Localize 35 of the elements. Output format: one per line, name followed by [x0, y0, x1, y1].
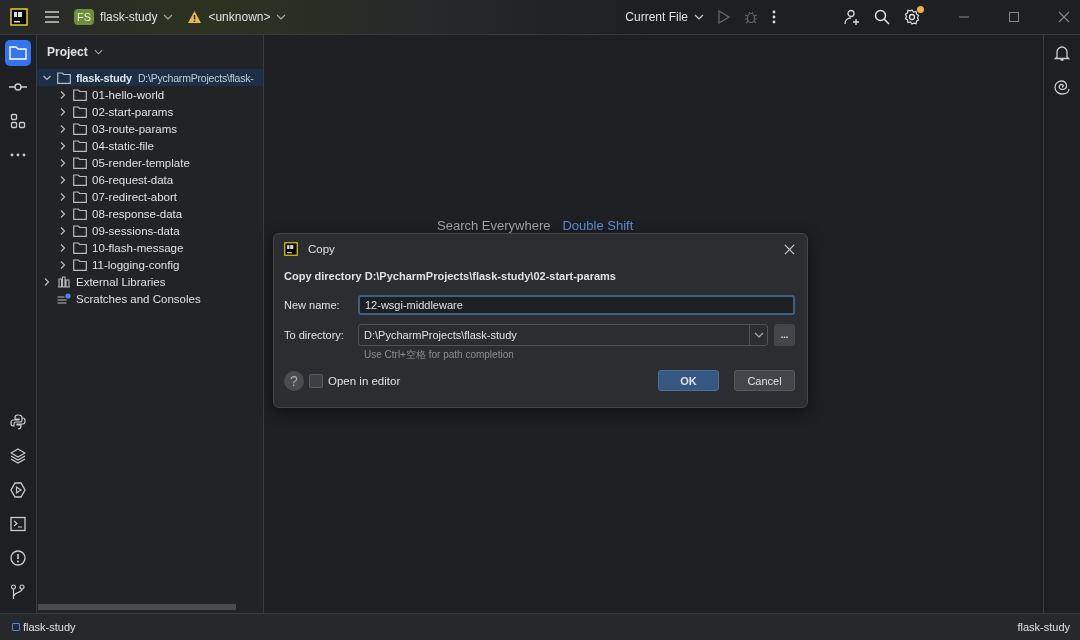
cancel-button[interactable]: Cancel	[734, 370, 795, 391]
run-configuration-selector[interactable]: Current File	[625, 8, 704, 26]
dialog-title: Copy	[308, 243, 335, 255]
tree-item[interactable]: 06-request-data	[37, 171, 263, 188]
workspace-switcher[interactable]: FS flask-study	[74, 7, 174, 27]
tree-item[interactable]: 09-sessions-data	[37, 222, 263, 239]
directory-combo-box[interactable]: D:\PycharmProjects\flask-study	[358, 324, 768, 346]
avatar-badge: FS	[74, 9, 95, 25]
tree-item[interactable]: Scratches and Consoles	[37, 290, 263, 307]
tree-item[interactable]: 10-flash-message	[37, 239, 263, 256]
tree-item[interactable]: 03-route-params	[37, 120, 263, 137]
path-completion-hint: Use Ctrl+空格 for path completion	[364, 348, 515, 362]
browse-button[interactable]: ...	[774, 324, 795, 346]
shortcut-text: Double Shift	[562, 218, 634, 233]
new-name-field[interactable]: 12-wsgi-middleware	[358, 295, 795, 315]
tree-item[interactable]: 07-redirect-abort	[37, 188, 263, 205]
tree-item[interactable]: External Libraries	[37, 273, 263, 290]
dialog-heading: Copy directory D:\PycharmProjects\flask-study\02-start-params	[284, 270, 617, 282]
checkbox-label[interactable]: Open in editor	[328, 374, 401, 387]
ok-button[interactable]: OK	[658, 370, 719, 391]
status-project[interactable]: flask-study	[1017, 621, 1070, 633]
tree-item[interactable]: 02-start-params	[37, 103, 263, 120]
field-label: To directory:	[284, 329, 345, 341]
vcs-branch-selector[interactable]: <unknown>	[187, 8, 287, 26]
field-label: New name:	[284, 299, 341, 311]
tree-item[interactable]: 08-response-data	[37, 205, 263, 222]
panel-title-dropdown[interactable]: Project	[47, 45, 103, 59]
help-button[interactable]: ?	[284, 370, 304, 391]
tree-item[interactable]: 01-hello-world	[37, 86, 263, 103]
tree-item[interactable]: 05-render-template	[37, 154, 263, 171]
hint-text: Search Everywhere	[437, 218, 551, 233]
tree-item[interactable]: flask-study D:\PycharmProjects\flask-	[37, 69, 263, 86]
status-project[interactable]: flask-study	[12, 621, 76, 633]
tree-item[interactable]: 04-static-file	[37, 137, 263, 154]
tree-item[interactable]: 11-logging-config	[37, 256, 263, 273]
